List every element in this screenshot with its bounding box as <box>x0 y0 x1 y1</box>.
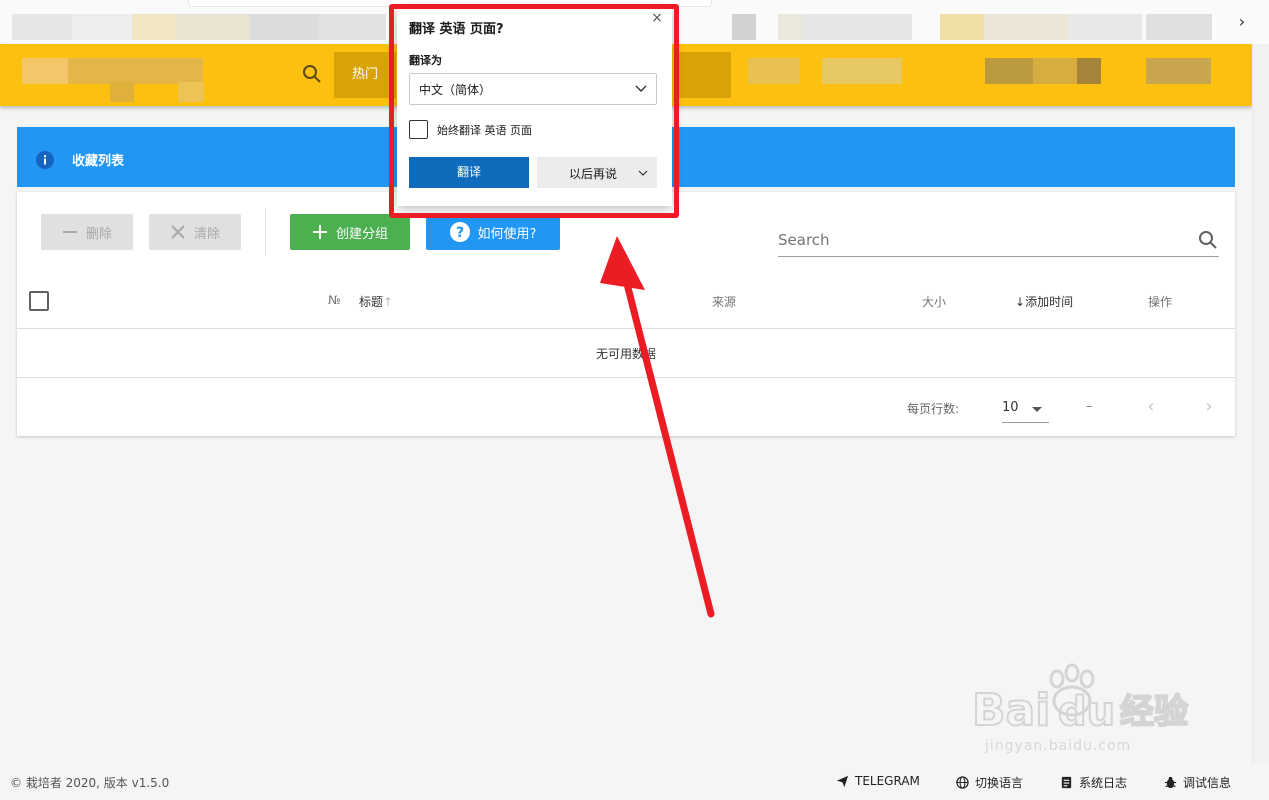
blurred-bookmark <box>1146 14 1212 40</box>
column-header-title[interactable]: 标题↑ <box>359 293 393 310</box>
column-header-number: № <box>328 293 341 307</box>
telegram-link[interactable]: TELEGRAM <box>836 774 920 788</box>
delete-button[interactable]: 删除 <box>41 214 133 250</box>
caret-down-icon <box>1032 407 1042 412</box>
column-header-size[interactable]: 大小 <box>922 293 946 310</box>
banner-title: 收藏列表 <box>72 154 125 169</box>
hot-tab[interactable]: 热门 <box>334 52 396 98</box>
search-field[interactable] <box>778 222 1219 257</box>
select-all-checkbox[interactable] <box>29 291 49 311</box>
send-icon <box>836 775 849 787</box>
blurred-bookmark <box>250 14 318 40</box>
arrow-down-icon: ↓ <box>1015 295 1026 309</box>
chevron-right-icon[interactable]: › <box>1232 12 1252 32</box>
rows-per-page-label: 每页行数: <box>907 402 960 416</box>
next-page-button[interactable]: › <box>1199 397 1219 417</box>
bug-icon <box>1164 776 1177 789</box>
blurred-bookmark <box>940 14 984 40</box>
clear-label: 清除 <box>193 226 220 242</box>
plus-icon <box>312 225 327 239</box>
delete-label: 删除 <box>85 226 112 242</box>
previous-page-button[interactable]: ‹ <box>1141 397 1161 417</box>
blurred-nav-tab[interactable] <box>1146 58 1211 84</box>
blurred-bookmark <box>802 14 912 40</box>
rows-per-page-value: 10 <box>1002 400 1019 415</box>
column-header-added-time[interactable]: ↓添加时间 <box>1015 293 1073 310</box>
annotation-arrow <box>600 236 715 618</box>
switch-language-link[interactable]: 切换语言 <box>956 774 1023 791</box>
baidu-jingyan-watermark-logo: Bai du 经验 <box>972 663 1189 737</box>
telegram-label: TELEGRAM <box>855 774 920 788</box>
blurred-bookmark <box>318 14 386 40</box>
blurred-app-title <box>178 82 204 102</box>
how-to-use-button[interactable]: ? 如何使用? <box>426 214 560 250</box>
help-circle-icon: ? <box>449 222 470 242</box>
blurred-bookmark <box>132 14 176 40</box>
search-icon[interactable] <box>1197 229 1219 251</box>
blurred-nav-tab[interactable] <box>1033 58 1077 84</box>
create-group-button[interactable]: 创建分组 <box>290 214 410 250</box>
watermark-url: jingyan.baidu.com <box>985 738 1132 754</box>
blurred-app-title <box>110 82 134 102</box>
clear-button[interactable]: 清除 <box>149 214 241 250</box>
svg-text:经验: 经验 <box>1120 692 1188 732</box>
document-icon <box>1061 776 1072 789</box>
arrow-up-icon: ↑ <box>383 295 394 309</box>
blurred-nav-tab[interactable] <box>985 58 1033 84</box>
svg-text:Bai: Bai <box>972 685 1050 736</box>
blurred-logo <box>22 58 68 84</box>
switch-language-label: 切换语言 <box>975 776 1024 790</box>
blurred-nav-tab[interactable] <box>678 52 731 98</box>
system-log-link[interactable]: 系统日志 <box>1060 774 1127 791</box>
globe-icon <box>956 776 969 789</box>
search-input[interactable] <box>778 228 1178 252</box>
page-scrollbar[interactable] <box>1252 44 1269 764</box>
blurred-bookmark <box>984 14 1068 40</box>
search-icon[interactable] <box>300 62 324 86</box>
blurred-bookmark <box>1068 14 1142 40</box>
toolbar-divider <box>265 208 266 256</box>
minus-icon <box>62 231 77 233</box>
column-header-actions: 操作 <box>1148 295 1173 309</box>
blurred-bookmark <box>12 14 72 40</box>
create-group-label: 创建分组 <box>335 226 388 242</box>
column-title-label: 标题 <box>359 295 384 309</box>
blurred-nav-tab[interactable] <box>822 58 902 84</box>
close-icon <box>171 225 185 239</box>
how-to-use-label: 如何使用? <box>477 226 537 242</box>
column-added-time-label: 添加时间 <box>1025 295 1074 309</box>
debug-info-link[interactable]: 调试信息 <box>1164 774 1231 791</box>
page-range-text: – <box>1086 399 1092 413</box>
rows-per-page-select[interactable]: 10 <box>1002 396 1049 423</box>
blurred-app-title <box>68 58 203 84</box>
info-icon <box>36 151 54 169</box>
blurred-bookmark <box>72 14 132 40</box>
blurred-bookmark <box>732 14 756 40</box>
blurred-bookmark <box>176 14 250 40</box>
debug-info-label: 调试信息 <box>1183 776 1232 790</box>
copyright-text: © 栽培者 2020, 版本 v1.5.0 <box>10 776 170 790</box>
svg-text:?: ? <box>455 225 463 241</box>
system-log-label: 系统日志 <box>1079 776 1128 790</box>
svg-text:du: du <box>1058 689 1115 735</box>
annotation-highlight-frame <box>389 4 679 218</box>
blurred-bookmark <box>778 14 802 40</box>
blurred-nav-tab[interactable] <box>1077 58 1101 84</box>
blurred-nav-tab[interactable] <box>748 58 800 84</box>
